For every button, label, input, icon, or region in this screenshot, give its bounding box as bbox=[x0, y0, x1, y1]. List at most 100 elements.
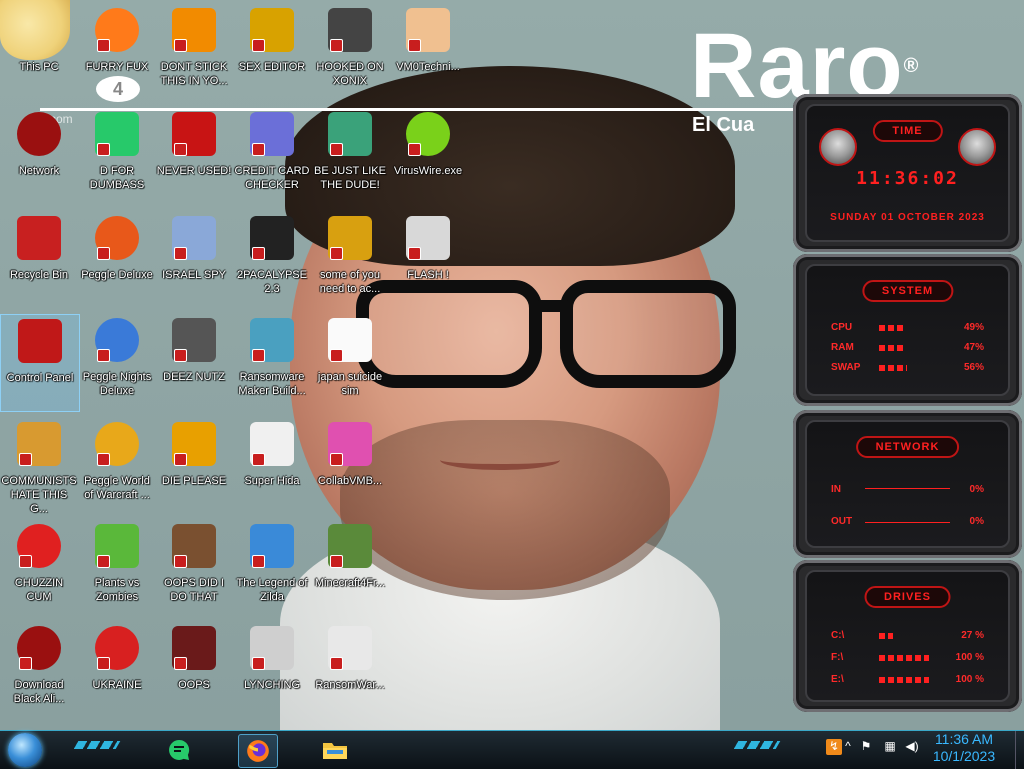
window-icon bbox=[250, 318, 294, 362]
drive-stat-value: 27 % bbox=[961, 630, 984, 641]
taskbar-chat-app[interactable] bbox=[160, 734, 198, 766]
shortcut-badge bbox=[19, 555, 32, 568]
drives-gadget[interactable]: DRIVES C:\ 27 % F:\ 100 % E:\ 100 % bbox=[793, 560, 1022, 712]
desktop-icon-just-like-dude[interactable]: BE JUST LIKE THE DUDE! bbox=[311, 108, 389, 204]
network-stat-value: 0% bbox=[969, 516, 984, 527]
drive-stat-meter bbox=[879, 655, 929, 661]
desktop-icon-ransomware-maker[interactable]: Ransomware Maker Build... bbox=[233, 314, 311, 410]
stack-icon bbox=[172, 318, 216, 362]
time-gadget[interactable]: TIME 11:36:02 SUNDAY 01 OCTOBER 2023 bbox=[793, 94, 1022, 252]
shortcut-badge bbox=[97, 453, 110, 466]
system-stat-label: CPU bbox=[831, 322, 853, 333]
drive-stat-meter bbox=[879, 633, 893, 639]
shortcut-badge bbox=[408, 143, 421, 156]
shortcut-badge bbox=[174, 657, 187, 670]
desktop-icon-hooked-on-xonix[interactable]: HOOKED ON XONIX bbox=[311, 4, 389, 100]
taskbar-clock[interactable]: 11:36 AM 10/1/2023 bbox=[924, 731, 1004, 765]
network-out-graph bbox=[865, 512, 950, 523]
taskbar-file-explorer[interactable] bbox=[316, 734, 354, 766]
taskbar: ↯ ^ ⚑ ▦ ◀) 11:36 AM 10/1/2023 bbox=[0, 730, 1024, 769]
desktop-icon-dont-stick[interactable]: DONT STICK THIS IN YO... bbox=[155, 4, 233, 100]
monitor-pink-icon bbox=[328, 422, 372, 466]
radiation-icon bbox=[95, 626, 139, 670]
desktop-icon-label: FLASH ! bbox=[407, 269, 449, 281]
drive-stat-label: F:\ bbox=[831, 652, 844, 663]
desktop-icon-vm0[interactable]: VM0Techni... bbox=[389, 4, 467, 100]
desktop-icon-2pacalypse[interactable]: 2PACALYPSE 2.3 bbox=[233, 212, 311, 308]
desktop-icon-flash[interactable]: FLASH ! bbox=[389, 212, 467, 308]
desktop-icon-communists[interactable]: COMMUNISTS HATE THIS G... bbox=[0, 418, 78, 515]
desktop-icon-deez-nutz[interactable]: DEEZ NUTZ bbox=[155, 314, 233, 410]
chevron-up-icon[interactable]: ^ bbox=[840, 739, 856, 755]
desktop-icon-viruswire[interactable]: VirusWire.exe bbox=[389, 108, 467, 204]
desktop-icon-minecraft[interactable]: Minecraft4Fr... bbox=[311, 520, 389, 616]
network-stat-value: 0% bbox=[969, 484, 984, 495]
system-gadget-panel: SYSTEM CPU 49% RAM 47% SWAP 56% bbox=[805, 264, 1010, 396]
desktop-icon-credit-card[interactable]: CREDIT CARD CHECKER bbox=[233, 108, 311, 204]
desktop-icon-super-hida[interactable]: Super Hida bbox=[233, 418, 311, 514]
desktop-icon-label: Peggle Deluxe bbox=[81, 269, 153, 281]
grass-block-icon bbox=[328, 524, 372, 568]
desktop-icon-peggle-nights[interactable]: Peggle Nights Deluxe bbox=[78, 314, 156, 410]
system-stat-value: 49% bbox=[963, 322, 984, 333]
desktop-icon-label: OOPS DID I DO THAT bbox=[164, 577, 224, 603]
desktop-icon-chuzzin-cum[interactable]: CHUZZIN CUM bbox=[0, 520, 78, 616]
desktop-icon-some-of-you[interactable]: some of you need to ac... bbox=[311, 212, 389, 308]
desktop-icon-label: Plants vs Zombies bbox=[94, 577, 140, 603]
terminal-icon bbox=[250, 216, 294, 260]
shortcut-badge bbox=[330, 453, 343, 466]
desktop-icon-oops[interactable]: OOPS bbox=[155, 622, 233, 718]
desktop-icon-this-pc[interactable]: This PC bbox=[0, 4, 78, 100]
desktop-icon-sex-editor[interactable]: SEX EDITOR bbox=[233, 4, 311, 100]
gadget-clock: 11:36:02 bbox=[856, 168, 959, 189]
desktop-icon-peggle-wow[interactable]: Peggle World of Warcraft ... bbox=[78, 418, 156, 514]
desktop-icon-peggle-deluxe[interactable]: Peggle Deluxe bbox=[78, 212, 156, 308]
desktop-icon-dumbass[interactable]: D FOR DUMBASS bbox=[78, 108, 156, 204]
desktop-icon-label: VirusWire.exe bbox=[393, 165, 463, 177]
peggle-icon bbox=[95, 318, 139, 362]
desktop-icon-die-please[interactable]: DIE PLEASE bbox=[155, 418, 233, 514]
taskbar-firefox[interactable] bbox=[238, 734, 278, 768]
start-button[interactable] bbox=[8, 733, 42, 767]
money-bag-icon bbox=[17, 422, 61, 466]
desktop-icon-lynching[interactable]: LYNCHING bbox=[233, 622, 311, 718]
desktop-icon-japan-suicide[interactable]: japan suicide sim bbox=[311, 314, 389, 410]
shortcut-badge bbox=[252, 555, 265, 568]
volume-icon[interactable]: ◀) bbox=[904, 739, 920, 755]
show-desktop-button[interactable] bbox=[1015, 731, 1024, 769]
desktop-icon-ukraine[interactable]: UKRAINE bbox=[78, 622, 156, 718]
desktop-icon-legend-zilda[interactable]: The Legend of Zilda bbox=[233, 520, 311, 616]
noose-icon bbox=[250, 626, 294, 670]
lime-icon bbox=[406, 112, 450, 156]
desktop-icon-collabvmb[interactable]: CollabVMB... bbox=[311, 418, 389, 514]
network-icon[interactable]: ▦ bbox=[882, 739, 898, 755]
system-stat-label: RAM bbox=[831, 342, 854, 353]
system-gadget[interactable]: SYSTEM CPU 49% RAM 47% SWAP 56% bbox=[793, 254, 1022, 406]
desktop-icon-furry-fux[interactable]: FURRY FUX bbox=[78, 4, 156, 100]
desktop-icon-label: The Legend of Zilda bbox=[236, 577, 308, 603]
desktop-icon-control-panel[interactable]: Control Panel bbox=[0, 314, 80, 412]
system-stat-label: SWAP bbox=[831, 362, 861, 373]
desktop-icon-label: COMMUNISTS HATE THIS G... bbox=[1, 475, 77, 515]
desktop-icon-label: Download Black Ali... bbox=[13, 679, 65, 705]
desktop-icon-label: UKRAINE bbox=[92, 679, 142, 691]
desktop-icon-never-used[interactable]: NEVER USED! bbox=[155, 108, 233, 204]
desktop-icon-black-alien[interactable]: Download Black Ali... bbox=[0, 622, 78, 718]
alien-orb-icon bbox=[17, 626, 61, 670]
wallpaper-glasses-bridge bbox=[535, 300, 571, 312]
desktop-icon-israel-spy[interactable]: ISRAEL SPY bbox=[155, 212, 233, 308]
shortcut-badge bbox=[174, 555, 187, 568]
alien-head-icon bbox=[958, 128, 996, 166]
desktop-icon-network[interactable]: Network bbox=[0, 108, 78, 204]
desktop-icon-ransomwar[interactable]: RansomWar... bbox=[311, 622, 389, 718]
flag-icon[interactable]: ⚑ bbox=[858, 739, 874, 755]
desktop-icon-recycle-bin[interactable]: Recycle Bin bbox=[0, 212, 78, 308]
desktop-icon-oops-did[interactable]: OOPS DID I DO THAT bbox=[155, 520, 233, 616]
pixel-hero-icon bbox=[250, 524, 294, 568]
drive-stat-label: C:\ bbox=[831, 630, 845, 641]
network-gadget[interactable]: NETWORK IN 0% OUT 0% bbox=[793, 410, 1022, 558]
shortcut-badge bbox=[19, 453, 32, 466]
shortcut-badge bbox=[330, 247, 343, 260]
desktop-icon-label: some of you need to ac... bbox=[319, 269, 381, 295]
desktop-icon-plants-zombies[interactable]: Plants vs Zombies bbox=[78, 520, 156, 616]
